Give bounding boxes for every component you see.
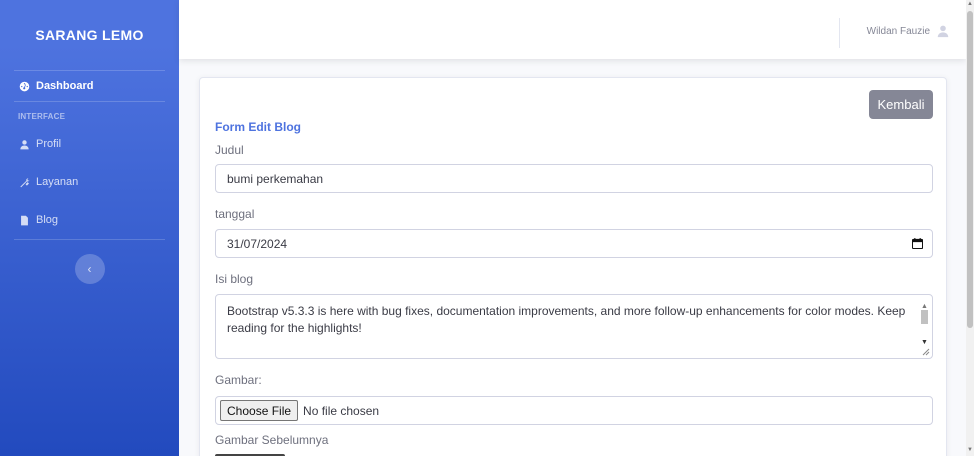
sidebar-item-label: Layanan [36,176,79,188]
user-avatar-icon [937,25,949,38]
judul-label: Judul [215,143,244,157]
calendar-icon[interactable] [912,238,923,249]
sidebar: SARANG LEMO Dashboard INTERFACE Profil L… [0,0,179,456]
isi-blog-label: Isi blog [215,272,254,286]
gambar-label: Gambar: [215,373,262,387]
textarea-scrollbar[interactable]: ▲ ▼ [919,298,929,354]
no-file-text: No file chosen [303,403,380,418]
judul-value: bumi perkemahan [227,171,324,186]
resize-handle-icon[interactable] [922,348,930,356]
topbar-divider [839,18,840,48]
gambar-sebelumnya-label: Gambar Sebelumnya [215,433,329,447]
tachometer-icon [18,80,30,92]
gambar-file-input[interactable]: Choose File No file chosen [215,396,933,425]
isi-blog-value: Bootstrap v5.3.3 is here with bug fixes,… [227,304,906,335]
sidebar-item-layanan[interactable]: Layanan [0,163,179,201]
chevron-left-icon: ‹ [87,262,92,276]
topbar: Wildan Fauzie [179,0,966,59]
sidebar-item-label: Blog [36,214,59,226]
page-scroll-down-icon[interactable]: ▼ [967,447,973,453]
brand-title[interactable]: SARANG LEMO [0,0,179,70]
judul-input[interactable]: bumi perkemahan [215,164,933,193]
page-scrollbar[interactable]: ▲ ▼ [966,0,974,456]
back-button[interactable]: Kembali [869,90,933,119]
sidebar-item-profil[interactable]: Profil [0,125,179,163]
file-icon [18,214,30,226]
page-scroll-thumb[interactable] [967,11,973,328]
sidebar-item-dashboard[interactable]: Dashboard [0,71,179,101]
user-icon [18,138,30,150]
form-title: Form Edit Blog [215,120,301,134]
edit-blog-card: Kembali Form Edit Blog Judul bumi perkem… [199,77,947,456]
sidebar-item-blog[interactable]: Blog [0,201,179,239]
sidebar-item-label: Profil [36,138,62,150]
scroll-thumb[interactable] [921,310,928,324]
isi-blog-textarea[interactable]: Bootstrap v5.3.3 is here with bug fixes,… [215,294,933,359]
tanggal-label: tanggal [215,207,255,221]
sidebar-toggle-button[interactable]: ‹ [74,254,105,284]
choose-file-button[interactable]: Choose File [220,400,299,421]
sidebar-heading: INTERFACE [18,112,66,121]
sidebar-item-label: Dashboard [36,80,94,92]
sidebar-divider [14,239,165,240]
page-scroll-up-icon[interactable]: ▲ [967,1,973,7]
tools-icon [18,176,30,188]
user-menu[interactable]: Wildan Fauzie [867,24,950,38]
tanggal-date-input[interactable]: 31/07/2024 [215,229,933,258]
user-name: Wildan Fauzie [866,25,930,37]
tanggal-value: 31/07/2024 [227,236,288,251]
